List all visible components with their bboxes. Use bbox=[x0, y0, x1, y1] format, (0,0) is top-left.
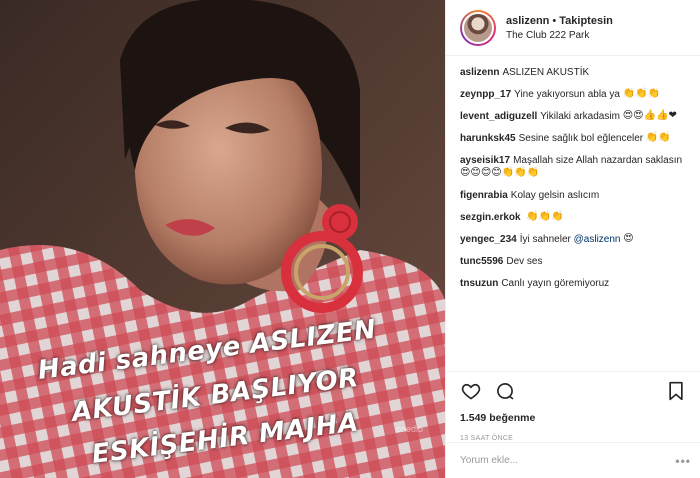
add-comment-bar: ••• bbox=[446, 442, 700, 478]
comment-username[interactable]: tnsuzun bbox=[460, 278, 498, 289]
comment-icon[interactable] bbox=[494, 380, 516, 402]
comment-text: Maşallah size Allah nazardan saklasın bbox=[513, 155, 683, 166]
comment-input[interactable] bbox=[460, 455, 676, 466]
comment-username[interactable]: yengec_234 bbox=[460, 234, 517, 245]
comment-item: zeynpp_17 Yine yakıyorsun abla ya 👏👏👏 bbox=[460, 88, 690, 101]
post-actions: 1.549 beğenme 13 SAAT ÖNCE bbox=[446, 371, 700, 442]
more-options-icon[interactable]: ••• bbox=[675, 454, 691, 468]
comment-text: Dev ses bbox=[506, 256, 543, 267]
comment-item: harunksk45 Sesine sağlık bol eğlenceler 👏… bbox=[460, 132, 690, 145]
comment-item: aslizenn ASLIZEN AKUSTİK bbox=[460, 66, 690, 79]
heart-eyes-emoji-icon: 😍 bbox=[623, 233, 634, 245]
heart-eyes-emoji-icon: 😍😊😊😊👏👏👏 bbox=[460, 167, 540, 179]
comment-username[interactable]: tunc5596 bbox=[460, 256, 503, 267]
comment-text: Canlı yayın göremiyoruz bbox=[501, 278, 610, 289]
comment-username[interactable]: harunksk45 bbox=[460, 133, 516, 144]
clap-emoji-icon: 👏👏👏 bbox=[622, 88, 661, 100]
heart-eyes-emoji-icon: 😍😍👍👍❤ bbox=[622, 110, 677, 122]
clap-emoji-icon: 👏👏👏 bbox=[526, 211, 564, 223]
post-timestamp[interactable]: 13 SAAT ÖNCE bbox=[460, 435, 691, 442]
comment-item: yengec_234 İyi sahneler @aslizenn 😍 bbox=[460, 233, 690, 246]
post-photo[interactable]: Hadi sahneye ASLIZEN AKUSTİK BAŞLIYOR ES… bbox=[0, 0, 445, 478]
comment-item: levent_adiguzell Yikilaki arkadasim 😍😍👍👍❤ bbox=[460, 110, 690, 123]
comment-item: figenrabia Kolay gelsin aslıcım bbox=[460, 189, 690, 202]
comment-item: tunc5596 Dev ses bbox=[460, 255, 690, 268]
mention-link[interactable]: @aslizenn bbox=[574, 234, 621, 245]
comment-text: Sesine sağlık bol eğlenceler bbox=[518, 133, 644, 144]
comment-text: Kolay gelsin aslıcım bbox=[510, 190, 600, 201]
comment-username[interactable]: ayseisik17 bbox=[460, 155, 510, 166]
comment-username[interactable]: sezgin.erkok bbox=[460, 212, 521, 223]
comment-item: tnsuzun Canlı yayın göremiyoruz bbox=[460, 277, 690, 290]
comment-username[interactable]: aslizenn bbox=[460, 67, 499, 78]
comment-item: sezgin.erkok 👏👏👏 bbox=[460, 211, 690, 224]
post-details-panel: aslizenn • Takiptesin The Club 222 Park as… bbox=[445, 0, 700, 478]
clap-emoji-icon: 👏👏 bbox=[645, 132, 671, 144]
heart-icon[interactable] bbox=[460, 380, 482, 402]
username-link[interactable]: aslizenn bbox=[506, 15, 549, 27]
watermark-logo: onedio bbox=[395, 424, 423, 434]
comment-username[interactable]: zeynpp_17 bbox=[460, 89, 511, 100]
comments-list: aslizenn ASLIZEN AKUSTİK zeynpp_17 Yine ya… bbox=[446, 56, 700, 366]
comment-item: ayseisik17 Maşallah size Allah nazardan s… bbox=[460, 154, 690, 180]
comment-username[interactable]: figenrabia bbox=[460, 190, 508, 201]
bookmark-icon[interactable] bbox=[665, 380, 687, 402]
location-link[interactable]: The Club 222 Park bbox=[506, 30, 613, 41]
comment-text: Yine yakıyorsun abla ya bbox=[514, 89, 620, 100]
comment-text: İyi sahneler bbox=[519, 234, 571, 245]
separator-dot: • bbox=[552, 14, 557, 27]
comment-username[interactable]: levent_adiguzell bbox=[460, 111, 537, 122]
comment-text: ASLIZEN AKUSTİK bbox=[502, 67, 590, 78]
avatar[interactable] bbox=[460, 9, 496, 46]
comment-text: Yikilaki arkadasim bbox=[540, 111, 620, 122]
like-count[interactable]: 1.549 beğenme bbox=[460, 412, 691, 424]
post-header: aslizenn • Takiptesin The Club 222 Park bbox=[446, 0, 700, 56]
follow-status-button[interactable]: Takiptesin bbox=[559, 15, 613, 27]
